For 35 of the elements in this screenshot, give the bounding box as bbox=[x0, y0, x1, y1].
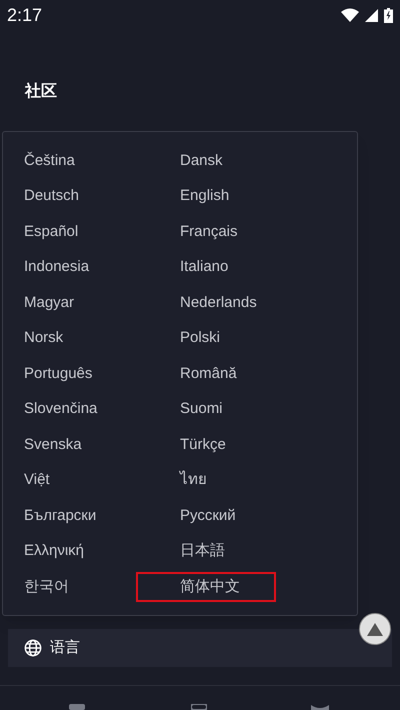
language-option[interactable]: Italiano bbox=[180, 256, 228, 278]
triangle-up-icon bbox=[367, 622, 383, 636]
language-option[interactable]: Polski bbox=[180, 327, 220, 350]
language-option[interactable]: Русский bbox=[180, 504, 236, 527]
language-option[interactable]: 한국어 bbox=[24, 576, 69, 598]
battery-icon bbox=[384, 8, 393, 22]
language-option[interactable]: ไทย bbox=[180, 469, 207, 492]
language-option[interactable]: Deutsch bbox=[24, 185, 80, 208]
language-option[interactable]: Magyar bbox=[24, 292, 74, 314]
language-option[interactable]: Suomi bbox=[180, 398, 223, 420]
signal-icon bbox=[365, 8, 378, 22]
language-option[interactable]: Español bbox=[24, 220, 78, 243]
language-option[interactable]: Svenska bbox=[24, 434, 82, 456]
language-option[interactable]: Indonesia bbox=[24, 256, 90, 278]
language-option[interactable]: 日本語 bbox=[180, 540, 225, 562]
language-option[interactable]: Nederlands bbox=[180, 292, 257, 314]
language-option[interactable]: Български bbox=[24, 504, 96, 527]
language-option[interactable]: Français bbox=[180, 220, 238, 243]
language-option[interactable]: Türkçe bbox=[180, 434, 226, 456]
language-option[interactable]: Čeština bbox=[24, 150, 75, 172]
language-option[interactable]: Norsk bbox=[24, 327, 64, 350]
language-option[interactable]: 简体中文 bbox=[136, 572, 276, 602]
language-option[interactable]: Ελληνική bbox=[24, 540, 84, 562]
language-option[interactable]: Việt bbox=[24, 469, 50, 492]
status-time: 2:17 bbox=[7, 4, 42, 26]
language-option[interactable]: English bbox=[180, 185, 230, 208]
language-option[interactable]: Dansk bbox=[180, 150, 223, 172]
language-option[interactable]: Português bbox=[24, 362, 92, 385]
language-option[interactable]: Slovenčina bbox=[24, 398, 98, 420]
language-option[interactable]: Română bbox=[180, 362, 237, 385]
wifi-icon bbox=[341, 8, 359, 22]
globe-icon bbox=[24, 639, 42, 657]
scroll-top-button[interactable] bbox=[359, 613, 391, 645]
section-heading: 社区 bbox=[25, 82, 58, 102]
language-button[interactable]: 语言 bbox=[8, 629, 392, 667]
